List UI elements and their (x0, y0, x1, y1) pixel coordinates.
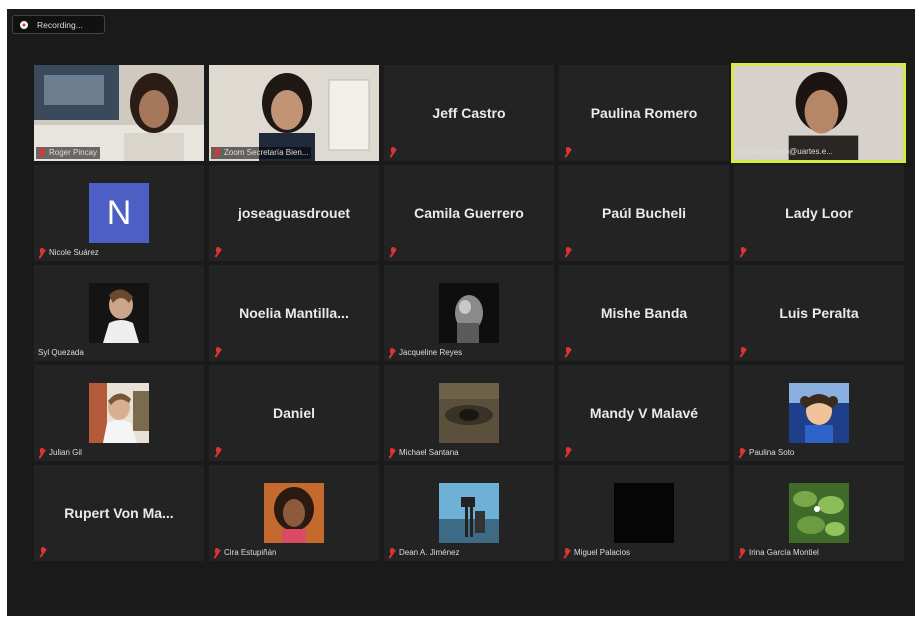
participant-name: Paúl Bucheli (601, 205, 687, 221)
muted-mic-icon (564, 447, 572, 457)
participant-name-label: Paulina Soto (736, 447, 797, 459)
participant-tile[interactable]: Julian Gil (34, 365, 204, 461)
muted-mic-icon (388, 548, 396, 558)
participant-photo (439, 283, 499, 343)
muted-mic-icon (564, 147, 572, 157)
muted-mic-icon (564, 247, 572, 257)
participant-tile[interactable]: Cira Estupiñán (209, 465, 379, 561)
participant-name: Daniel (272, 405, 315, 421)
participant-name-label: Roger Pincay (36, 147, 101, 159)
muted-mic-icon (389, 247, 397, 257)
participant-tile[interactable]: Noelia Mantilla... (209, 265, 379, 361)
participant-tile[interactable]: Lady Loor (734, 165, 904, 261)
active-speaker-tile[interactable]: damian.rosero@uartes.e... (731, 63, 906, 163)
muted-mic-icon (214, 447, 222, 457)
muted-mic-icon (389, 147, 397, 157)
muted-mic-icon (388, 348, 396, 358)
participant-tile[interactable]: Irina García Montiel (734, 465, 904, 561)
participant-photo (789, 383, 849, 443)
muted-mic-icon (739, 347, 747, 357)
participant-name-label: Irina García Montiel (736, 547, 822, 559)
participant-name: Jeff Castro (432, 105, 506, 121)
participant-name: Luis Peralta (779, 305, 859, 321)
participant-tile[interactable]: Paulina Romero (559, 65, 729, 161)
participant-name: Mandy V Malavé (589, 405, 699, 421)
muted-mic-icon (213, 548, 221, 558)
participant-name-label: Julian Gil (36, 447, 85, 459)
muted-mic-icon (214, 247, 222, 257)
participant-photo (614, 483, 674, 543)
participant-name: Noelia Mantilla... (239, 305, 349, 321)
muted-mic-icon (38, 448, 46, 458)
participant-name-label: Jacqueline Reyes (386, 347, 465, 359)
muted-mic-icon (39, 547, 47, 557)
participant-name-label: Dean A. Jiménez (386, 547, 462, 559)
muted-mic-icon (563, 548, 571, 558)
muted-mic-icon (214, 347, 222, 357)
participant-name: Paulina Romero (590, 105, 698, 121)
participant-photo (439, 483, 499, 543)
muted-mic-icon (388, 448, 396, 458)
participant-tile[interactable]: Mishe Banda (559, 265, 729, 361)
muted-mic-icon (38, 248, 46, 258)
participant-name: Rupert Von Ma... (64, 505, 174, 521)
participant-name: Lady Loor (785, 205, 853, 221)
participant-tile[interactable]: Paulina Soto (734, 365, 904, 461)
participant-tile[interactable]: Daniel (209, 365, 379, 461)
participant-name: Camila Guerrero (414, 205, 524, 221)
participant-tile[interactable]: Mandy V Malavé (559, 365, 729, 461)
muted-mic-icon (738, 448, 746, 458)
participant-tile[interactable]: Syl Quezada (34, 265, 204, 361)
participant-tile[interactable]: Roger Pincay (34, 65, 204, 161)
participant-tile[interactable]: joseaguasdrouet (209, 165, 379, 261)
participant-tile[interactable]: Jeff Castro (384, 65, 554, 161)
muted-mic-icon (739, 247, 747, 257)
participant-name-label: Cira Estupiñán (211, 547, 279, 559)
participant-tile[interactable]: Camila Guerrero (384, 165, 554, 261)
participant-photo (789, 483, 849, 543)
muted-mic-icon (38, 148, 46, 158)
muted-mic-icon (213, 148, 221, 158)
participant-name-label: Zoom Secretaría Bien... (211, 147, 312, 159)
participant-name-label: Syl Quezada (38, 348, 84, 357)
participant-photo (89, 383, 149, 443)
participant-tile[interactable]: Dean A. Jiménez (384, 465, 554, 561)
avatar: N (89, 183, 149, 243)
participant-tile[interactable]: Jacqueline Reyes (384, 265, 554, 361)
muted-mic-icon (564, 347, 572, 357)
participant-name-label: Michael Santana (386, 447, 462, 459)
participant-tile[interactable]: Michael Santana (384, 365, 554, 461)
participant-tile[interactable]: Miguel Palacios (559, 465, 729, 561)
participant-photo (89, 283, 149, 343)
participant-tile[interactable]: N Nicole Suárez (34, 165, 204, 261)
participant-name: joseaguasdrouet (237, 205, 351, 221)
participant-tile[interactable]: Zoom Secretaría Bien... (209, 65, 379, 161)
muted-mic-icon (738, 548, 746, 558)
gallery-grid: Roger Pincay Zoom Secretaría Bien... Jef… (0, 0, 919, 618)
participant-tile[interactable]: Rupert Von Ma... (34, 465, 204, 561)
participant-photo (264, 483, 324, 543)
participant-photo (439, 383, 499, 443)
participant-name-label: damian.rosero@uartes.e... (738, 147, 833, 156)
participant-name-label: Nicole Suárez (36, 247, 102, 259)
participant-name-label: Miguel Palacios (561, 547, 633, 559)
participant-tile[interactable]: Paúl Bucheli (559, 165, 729, 261)
participant-tile[interactable]: Luis Peralta (734, 265, 904, 361)
participant-name: Mishe Banda (600, 305, 688, 321)
